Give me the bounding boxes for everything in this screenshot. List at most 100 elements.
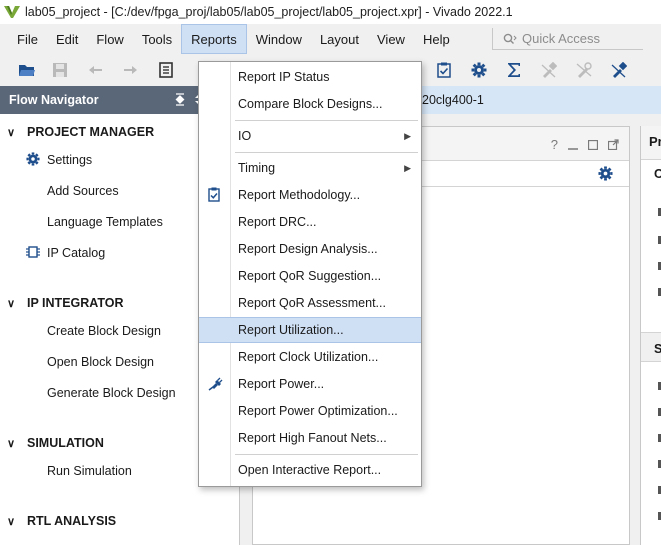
menu-item-label: Report Power...	[238, 377, 325, 391]
section-simulation[interactable]: ∨ SIMULATION	[0, 436, 104, 450]
menu-item-label: Report Clock Utilization...	[238, 350, 379, 364]
section-simulation-label: SIMULATION	[27, 436, 104, 450]
sigma-icon[interactable]	[505, 61, 523, 79]
menu-item-label: Report High Fanout Nets...	[238, 431, 387, 445]
disabled-tool-icon[interactable]	[540, 61, 558, 79]
search-icon	[503, 33, 517, 44]
nav-open-block-design[interactable]: Open Block Design	[47, 355, 154, 369]
menu-item-label: Report Design Analysis...	[238, 242, 378, 256]
menu-item-report-utilization[interactable]: Report Utilization...	[199, 317, 421, 343]
menu-item-report-drc[interactable]: Report DRC...	[199, 209, 421, 235]
ip-chip-icon	[26, 246, 40, 258]
chevron-down-icon: ∨	[7, 437, 16, 450]
settings-icon[interactable]	[470, 61, 488, 79]
project-summary-tab[interactable]: Pr	[649, 134, 661, 149]
menu-item-report-ip-status[interactable]: Report IP Status	[199, 64, 421, 90]
menu-item-report-power[interactable]: Report Power...	[199, 371, 421, 397]
menu-item-label: Open Interactive Report...	[238, 463, 382, 477]
menu-help[interactable]: Help	[414, 24, 459, 54]
maximize-icon[interactable]	[588, 139, 598, 150]
nav-add-sources[interactable]: Add Sources	[47, 184, 119, 198]
panel-window-controls: ?	[551, 137, 619, 152]
menu-edit[interactable]: Edit	[47, 24, 87, 54]
menu-item-report-qor-assessment[interactable]: Report QoR Assessment...	[199, 290, 421, 316]
nav-language-templates[interactable]: Language Templates	[47, 215, 163, 229]
chevron-down-icon: ∨	[7, 515, 16, 528]
quick-access-placeholder: Quick Access	[522, 31, 601, 46]
menu-item-label: Compare Block Designs...	[238, 97, 383, 111]
menu-item-label: Report IP Status	[238, 70, 330, 84]
section-rtl-analysis[interactable]: ∨ RTL ANALYSIS	[0, 514, 116, 528]
checklist-icon[interactable]	[435, 61, 453, 79]
menu-item-timing[interactable]: Timing ▶	[199, 155, 421, 181]
float-window-icon[interactable]	[608, 139, 619, 150]
title-bar: lab05_project - [C:/dev/fpga_proj/lab05/…	[0, 0, 661, 24]
disabled-tool2-icon[interactable]	[575, 61, 593, 79]
menu-item-label: Report Utilization...	[238, 323, 344, 337]
menu-item-io[interactable]: IO ▶	[199, 123, 421, 149]
menu-item-report-clock-utilization[interactable]: Report Clock Utilization...	[199, 344, 421, 370]
nav-generate-block-design[interactable]: Generate Block Design	[47, 386, 176, 400]
chevron-down-icon: ∨	[7, 297, 16, 310]
report-icon[interactable]	[157, 61, 175, 79]
menu-item-label: IO	[238, 129, 252, 143]
submenu-arrow-icon: ▶	[404, 162, 411, 173]
gear-icon	[26, 152, 40, 166]
section-ip-integrator-label: IP INTEGRATOR	[27, 296, 124, 310]
part-info-bar: 20clg400-1	[422, 86, 661, 114]
open-project-icon[interactable]	[18, 61, 36, 79]
menu-item-label: Report Power Optimization...	[238, 404, 398, 418]
help-icon[interactable]: ?	[551, 137, 558, 152]
menu-separator	[235, 120, 418, 121]
menu-file[interactable]: File	[0, 24, 47, 54]
vivado-logo-icon	[4, 6, 20, 18]
summary-section-label: S	[654, 342, 661, 356]
menu-item-report-high-fanout-nets[interactable]: Report High Fanout Nets...	[199, 425, 421, 451]
redo-icon[interactable]	[121, 61, 139, 79]
menu-flow[interactable]: Flow	[87, 24, 132, 54]
section-rtl-analysis-label: RTL ANALYSIS	[27, 514, 117, 528]
section-ip-integrator[interactable]: ∨ IP INTEGRATOR	[0, 296, 124, 310]
menu-tools[interactable]: Tools	[133, 24, 181, 54]
flow-navigator-title: Flow Navigator	[9, 93, 99, 107]
section-project-manager[interactable]: ∨ PROJECT MANAGER	[0, 125, 154, 139]
section-project-manager-label: PROJECT MANAGER	[27, 125, 155, 139]
quick-access-search[interactable]: Quick Access	[492, 28, 643, 50]
undo-icon[interactable]	[87, 61, 105, 79]
project-summary-panel: Pr O S	[640, 126, 661, 545]
nav-run-simulation[interactable]: Run Simulation	[47, 464, 132, 478]
menu-item-report-power-optimization[interactable]: Report Power Optimization...	[199, 398, 421, 424]
menu-item-label: Timing	[238, 161, 276, 175]
part-info-text: 20clg400-1	[422, 93, 484, 107]
menu-separator	[235, 454, 418, 455]
window-title: lab05_project - [C:/dev/fpga_proj/lab05/…	[25, 5, 513, 19]
menu-item-report-methodology[interactable]: Report Methodology...	[199, 182, 421, 208]
menu-item-label: Report QoR Suggestion...	[238, 269, 382, 283]
nav-settings[interactable]: Settings	[47, 153, 92, 167]
menu-item-open-interactive-report[interactable]: Open Interactive Report...	[199, 457, 421, 483]
menu-reports[interactable]: Reports	[181, 24, 247, 54]
reports-menu-dropdown: Report IP Status Compare Block Designs..…	[198, 61, 422, 487]
power-plug-icon	[208, 377, 223, 391]
menu-layout[interactable]: Layout	[311, 24, 368, 54]
collapse-all-icon[interactable]	[174, 93, 186, 106]
save-icon[interactable]	[51, 61, 69, 79]
menu-item-compare-block-designs[interactable]: Compare Block Designs...	[199, 91, 421, 117]
menu-item-label: Report QoR Assessment...	[238, 296, 386, 310]
menu-window[interactable]: Window	[247, 24, 311, 54]
menu-item-label: Report Methodology...	[238, 188, 361, 202]
overview-label: O	[654, 167, 661, 181]
minimize-icon[interactable]	[568, 140, 578, 150]
menu-view[interactable]: View	[368, 24, 414, 54]
gear-icon[interactable]	[598, 166, 613, 181]
menu-separator	[235, 152, 418, 153]
clipboard-check-icon	[208, 187, 220, 202]
nav-ip-catalog[interactable]: IP Catalog	[47, 246, 105, 260]
submenu-arrow-icon: ▶	[404, 130, 411, 141]
chevron-down-icon: ∨	[7, 126, 16, 139]
menu-item-report-design-analysis[interactable]: Report Design Analysis...	[199, 236, 421, 262]
pin-tool-icon[interactable]	[610, 61, 628, 79]
nav-create-block-design[interactable]: Create Block Design	[47, 324, 161, 338]
menu-item-label: Report DRC...	[238, 215, 317, 229]
menu-item-report-qor-suggestion[interactable]: Report QoR Suggestion...	[199, 263, 421, 289]
